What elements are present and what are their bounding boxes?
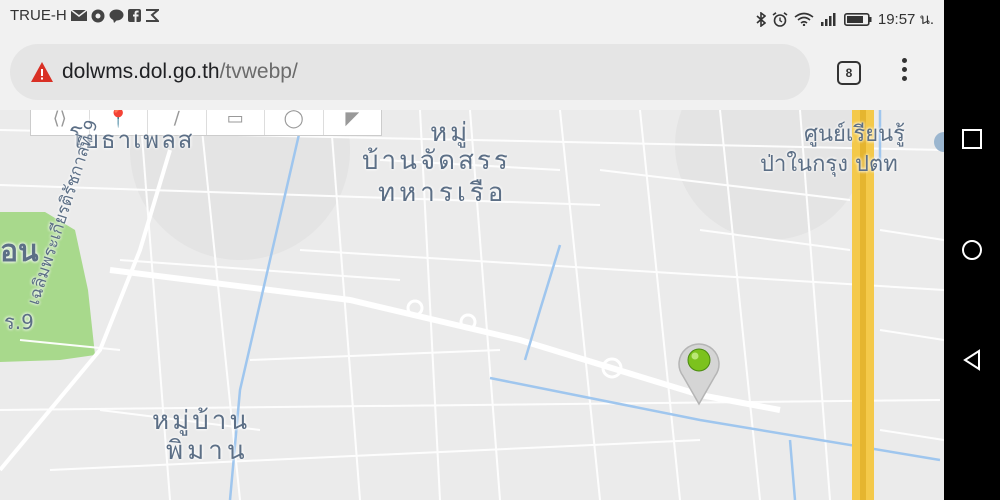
status-bar: TRUE-H 19:57 น. [0, 0, 944, 34]
wifi-icon [794, 12, 814, 26]
map-label: ร.9 [4, 310, 34, 334]
facebook-icon [127, 9, 141, 22]
map-label: ป่าในกรุง ปตท [760, 152, 898, 177]
map-label: ทหารเรือ [378, 178, 508, 208]
battery-icon [843, 12, 872, 26]
mail-icon [70, 9, 87, 21]
warning-icon[interactable] [30, 61, 54, 83]
carrier-text: TRUE-H [10, 7, 67, 24]
cast-icon [145, 9, 159, 22]
line-icon [109, 9, 124, 23]
url-path: /tvwebp/ [219, 60, 298, 83]
back-icon[interactable] [961, 349, 983, 371]
clock-text: 19:57 น. [877, 11, 934, 28]
rect-tool-icon[interactable]: ▭ [207, 110, 265, 135]
android-nav-bar [944, 0, 1000, 500]
status-left: TRUE-H [10, 7, 159, 24]
chrome-icon [91, 9, 105, 22]
phone-screen: TRUE-H 19:57 น. dolwms.dol.go.th/tvwebp/… [0, 0, 944, 500]
tab-switcher-button[interactable]: 8 [837, 61, 861, 85]
home-icon[interactable] [961, 239, 983, 261]
map-canvas[interactable]: ⟨⟩ 📍 ∕ ▭ ◯ ◤ โยธาเพลส หมู่ บ้านจัดสรร ทห… [0, 110, 944, 500]
bluetooth-icon [756, 11, 766, 27]
location-marker-icon[interactable] [675, 338, 723, 406]
status-right: 19:57 น. [756, 7, 934, 31]
url-text[interactable]: dolwms.dol.go.th/tvwebp/ [62, 60, 298, 84]
flag-tool-icon[interactable]: ◤ [324, 110, 382, 135]
url-host: dolwms.dol.go.th [62, 60, 220, 83]
kebab-menu-icon[interactable] [900, 58, 908, 86]
browser-toolbar: dolwms.dol.go.th/tvwebp/ 8 [0, 34, 944, 110]
alarm-icon [772, 11, 788, 27]
circle-tool-icon[interactable]: ◯ [265, 110, 324, 135]
recent-apps-icon[interactable] [961, 128, 983, 150]
signal-icon [820, 12, 836, 26]
url-bar[interactable]: dolwms.dol.go.th/tvwebp/ [10, 44, 810, 100]
map-label: พิมาน [166, 436, 249, 466]
